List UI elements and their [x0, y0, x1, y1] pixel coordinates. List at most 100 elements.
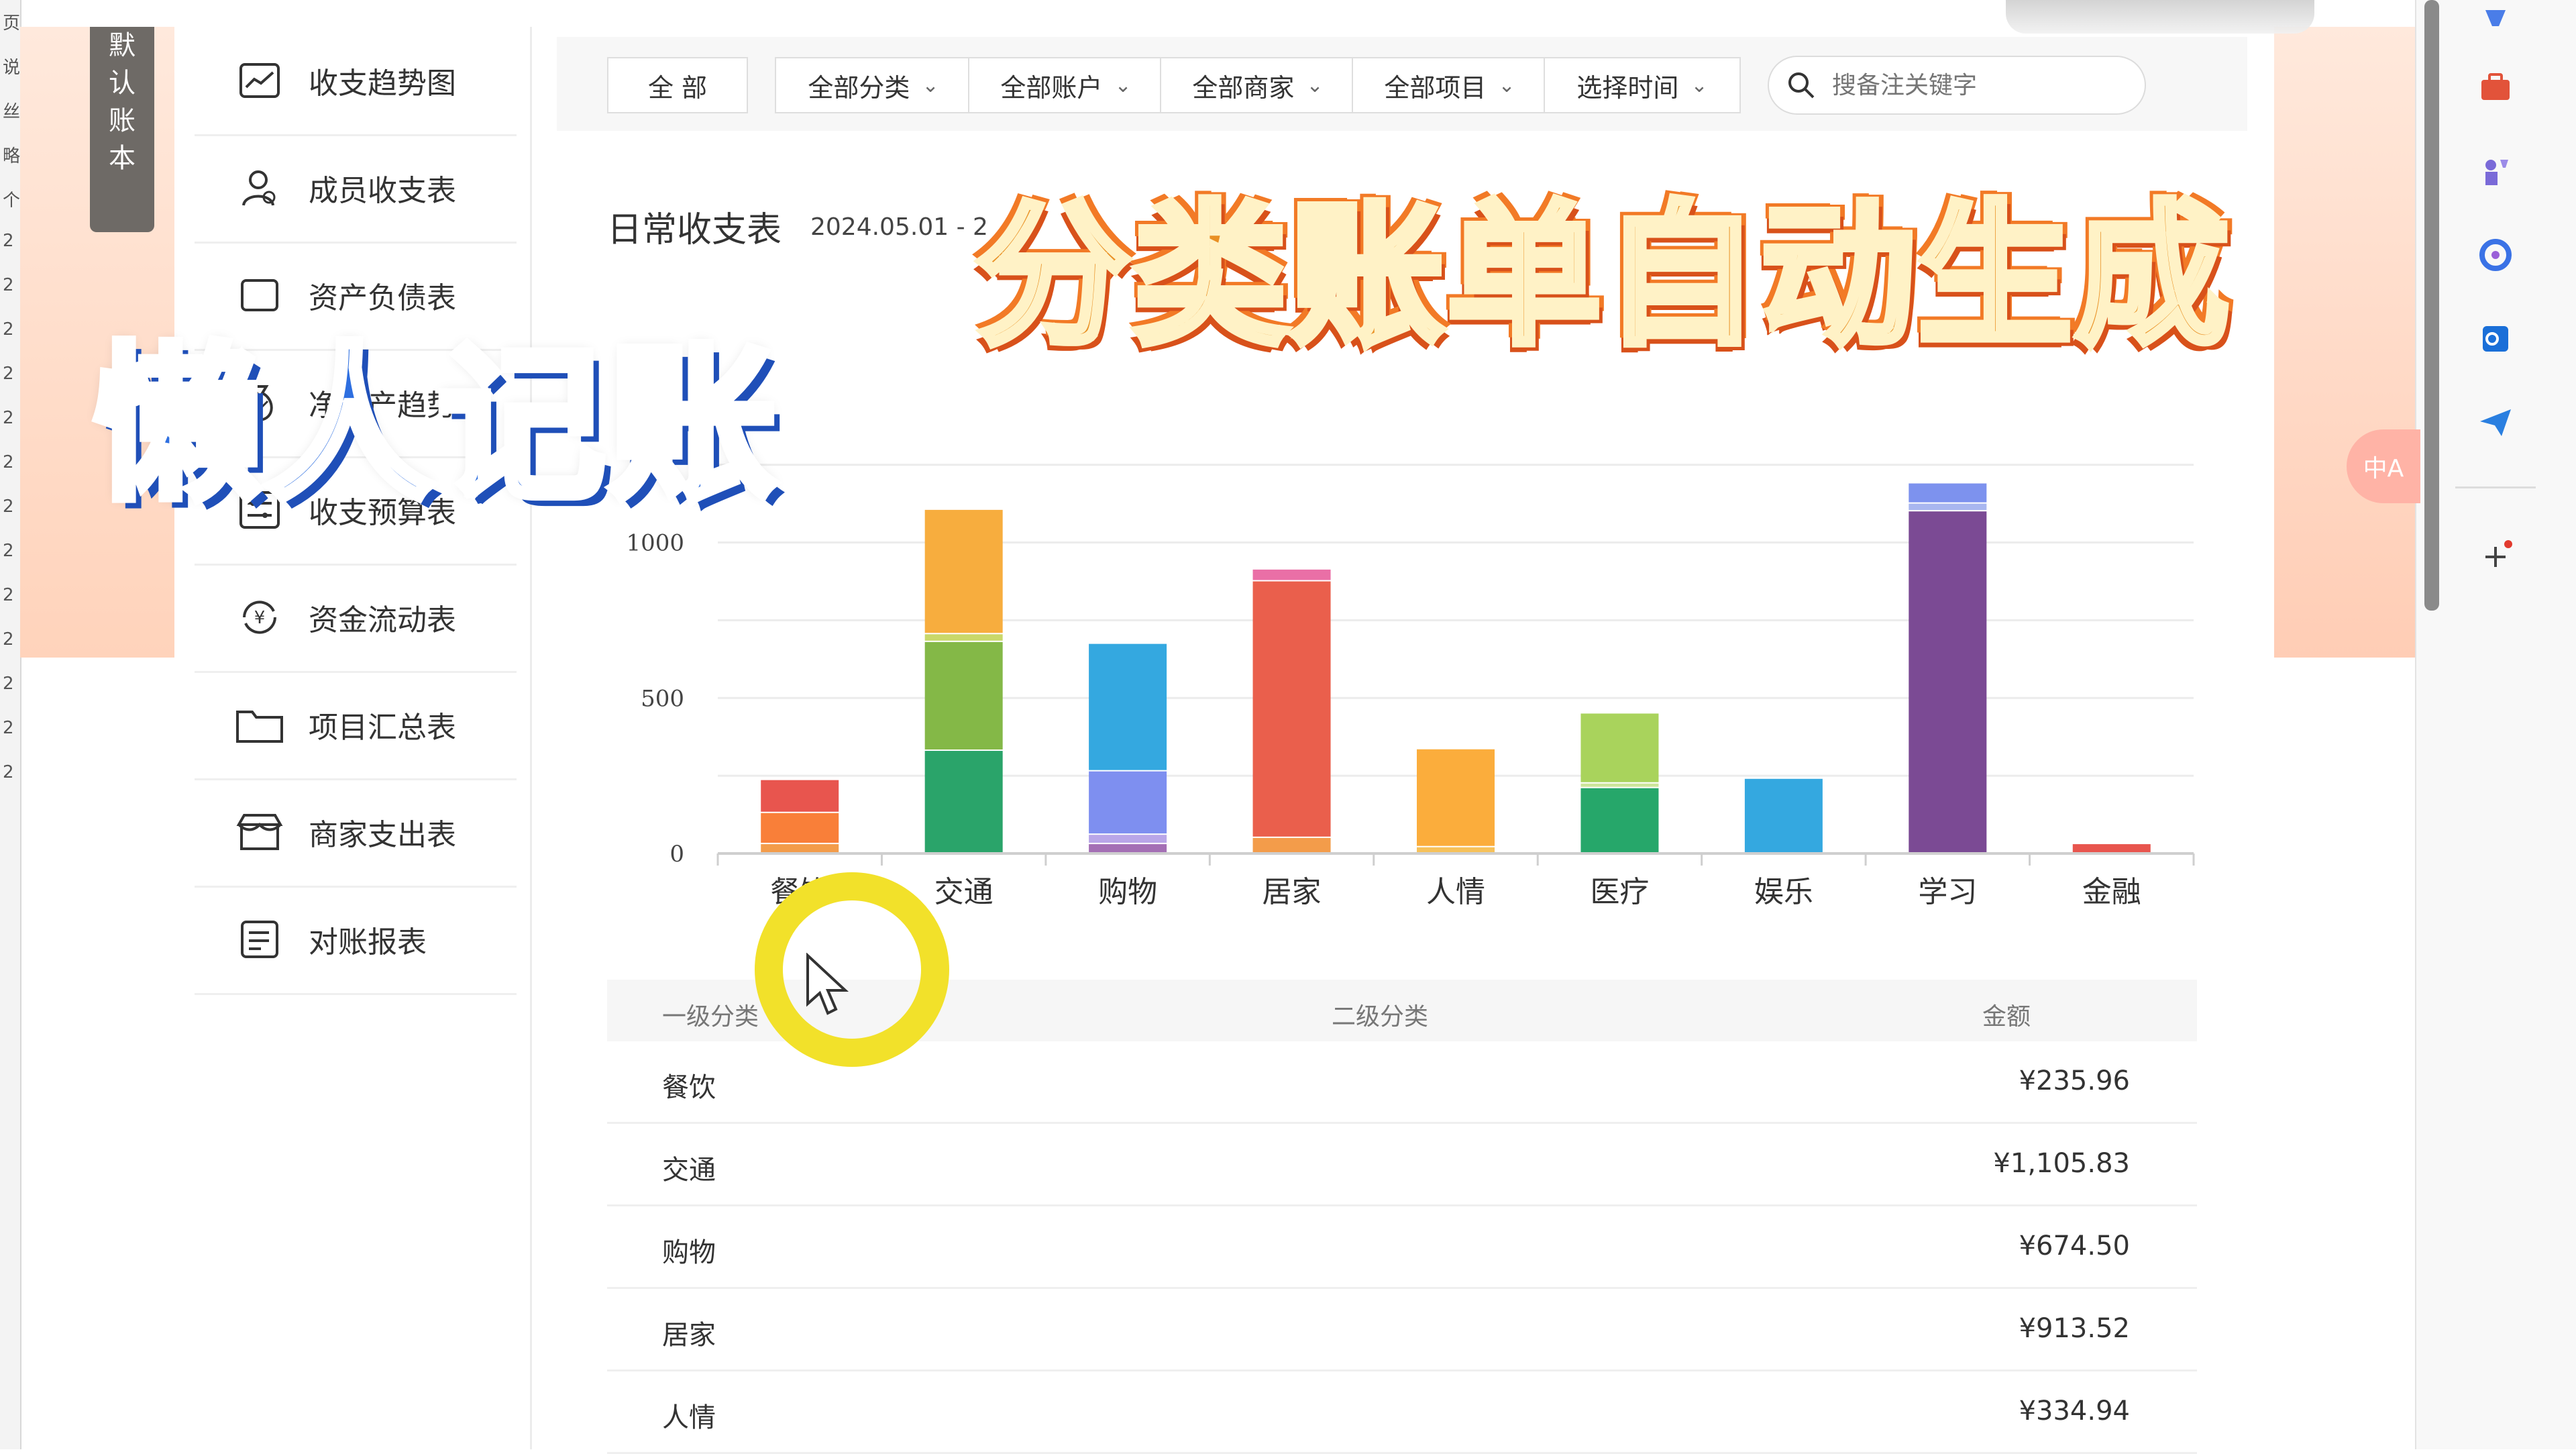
chevron-down-icon: ⌄	[1306, 73, 1324, 97]
account-filter[interactable]: 全部账户 ⌄	[968, 57, 1164, 113]
bar-segment[interactable]	[1909, 511, 1987, 852]
bar-segment[interactable]	[1089, 835, 1167, 843]
search-input[interactable]	[1831, 70, 2115, 100]
time-filter[interactable]: 选择时间 ⌄	[1544, 57, 1741, 113]
bar-segment[interactable]	[1417, 749, 1495, 846]
bar-segment[interactable]	[2072, 844, 2151, 852]
strip-char: 2	[3, 762, 14, 782]
copilot-icon[interactable]	[2475, 235, 2516, 275]
mouse-cursor-icon	[806, 953, 849, 1015]
header-level2: 二级分类	[1332, 1003, 1429, 1031]
user-icon	[235, 168, 284, 208]
x-tick-label: 居家	[1263, 875, 1322, 909]
translate-button[interactable]: 中A	[2347, 429, 2420, 503]
toolbox-icon[interactable]	[2475, 67, 2516, 107]
x-tick-label: 金融	[2082, 875, 2141, 909]
ribbon-char: 本	[109, 143, 136, 174]
bar-segment[interactable]	[1580, 713, 1659, 782]
bar-segment[interactable]	[1252, 837, 1331, 852]
sidebar-item-label: 项目汇总表	[309, 711, 456, 745]
ribbon-char: 账	[109, 105, 136, 136]
svg-text:¥: ¥	[254, 608, 266, 628]
bar-segment[interactable]	[1580, 788, 1659, 852]
x-tick-label: 购物	[1098, 875, 1157, 909]
strip-char: 2	[3, 629, 14, 650]
bar-segment[interactable]	[924, 509, 1003, 633]
table-row[interactable]: 购物 ¥674.50	[607, 1206, 2197, 1289]
bar-segment[interactable]	[1089, 643, 1167, 770]
sidebar-item-reconcile[interactable]: 对账报表	[195, 886, 517, 995]
strip-char: 略	[3, 146, 21, 166]
bar-segment[interactable]	[924, 641, 1003, 750]
diamond-icon[interactable]	[2475, 0, 2516, 40]
strip-char: 2	[3, 231, 14, 251]
table-row[interactable]: 交通 ¥1,105.83	[607, 1124, 2197, 1206]
merchant-filter[interactable]: 全部商家 ⌄	[1160, 57, 1356, 113]
table-row[interactable]: 人情 ¥334.94	[607, 1371, 2197, 1454]
bar-segment[interactable]	[1744, 778, 1823, 852]
search-icon	[1786, 70, 1816, 100]
store-icon	[235, 812, 284, 852]
strip-char: 2	[3, 319, 14, 340]
cursor-highlight-ring	[755, 872, 949, 1067]
sidebar-item-cash-flow[interactable]: ¥ 资金流动表	[195, 564, 517, 673]
overlay-title-left: 懒人记账	[90, 323, 781, 527]
translate-label: 中A	[2363, 455, 2404, 482]
report-date-range[interactable]: 2024.05.01 - 2	[810, 213, 988, 241]
sidebar-item-project[interactable]: 项目汇总表	[195, 671, 517, 780]
bar-segment[interactable]	[924, 751, 1003, 852]
add-icon[interactable]	[2475, 537, 2516, 577]
chess-icon[interactable]	[2475, 151, 2516, 191]
report-title: 日常收支表	[607, 210, 782, 250]
strip-char: 2	[3, 275, 14, 295]
sidebar-item-income-trend[interactable]: 收支趋势图	[195, 27, 517, 136]
strip-char: 个	[3, 191, 21, 211]
x-tick-label: 娱乐	[1754, 875, 1813, 909]
project-filter[interactable]: 全部项目 ⌄	[1352, 57, 1548, 113]
send-icon[interactable]	[2475, 403, 2516, 443]
strip-char: 2	[3, 364, 14, 384]
table-row[interactable]: 居家 ¥913.52	[607, 1289, 2197, 1371]
bar-segment[interactable]	[1089, 844, 1167, 852]
strip-char: 丝	[3, 102, 21, 122]
header-amount: 金额	[1982, 1003, 2031, 1031]
bar-segment[interactable]	[761, 844, 839, 852]
bar-segment[interactable]	[761, 813, 839, 843]
strip-char: 2	[3, 408, 14, 428]
outlook-icon[interactable]	[2475, 319, 2516, 359]
row-amount: ¥913.52	[2019, 1313, 2130, 1344]
line-chart-icon	[235, 60, 284, 101]
ribbon-char: 默	[109, 30, 136, 61]
bar-segment[interactable]	[1089, 771, 1167, 834]
x-tick-label: 学习	[1918, 875, 1977, 909]
default-ledger-ribbon[interactable]: 默 认 账 本	[90, 27, 154, 232]
bar-segment[interactable]	[1909, 483, 1987, 503]
row-amount: ¥235.96	[2019, 1066, 2130, 1096]
bar-segment[interactable]	[1252, 569, 1331, 580]
filter-label: 全部项目	[1384, 72, 1487, 103]
category-filter[interactable]: 全部分类 ⌄	[775, 57, 972, 113]
strip-char: 页	[3, 13, 21, 34]
strip-char: 2	[3, 541, 14, 561]
report-icon	[235, 919, 284, 959]
bar-segment[interactable]	[924, 634, 1003, 641]
bar-segment[interactable]	[761, 780, 839, 812]
background-gradient-right	[2274, 27, 2415, 658]
bar-segment[interactable]	[1417, 847, 1495, 852]
search-box[interactable]	[1768, 56, 2146, 115]
sidebar-item-merchant[interactable]: 商家支出表	[195, 778, 517, 888]
x-tick-label: 医疗	[1590, 875, 1649, 909]
filter-label: 全部商家	[1192, 72, 1295, 103]
all-button[interactable]: 全 部	[607, 57, 748, 113]
scrollbar-thumb[interactable]	[2424, 0, 2439, 611]
bar-segment[interactable]	[1580, 783, 1659, 787]
sidebar-item-label: 资金流动表	[309, 603, 456, 637]
sidebar-item-member[interactable]: 成员收支表	[195, 134, 517, 244]
header-level1: 一级分类	[662, 1003, 759, 1031]
sidebar-item-label: 商家支出表	[309, 818, 456, 852]
bar-segment[interactable]	[1252, 581, 1331, 837]
bar-segment[interactable]	[1909, 503, 1987, 511]
chevron-down-icon: ⌄	[1690, 73, 1708, 97]
row-amount: ¥1,105.83	[1993, 1148, 2130, 1179]
strip-char: 2	[3, 497, 14, 517]
